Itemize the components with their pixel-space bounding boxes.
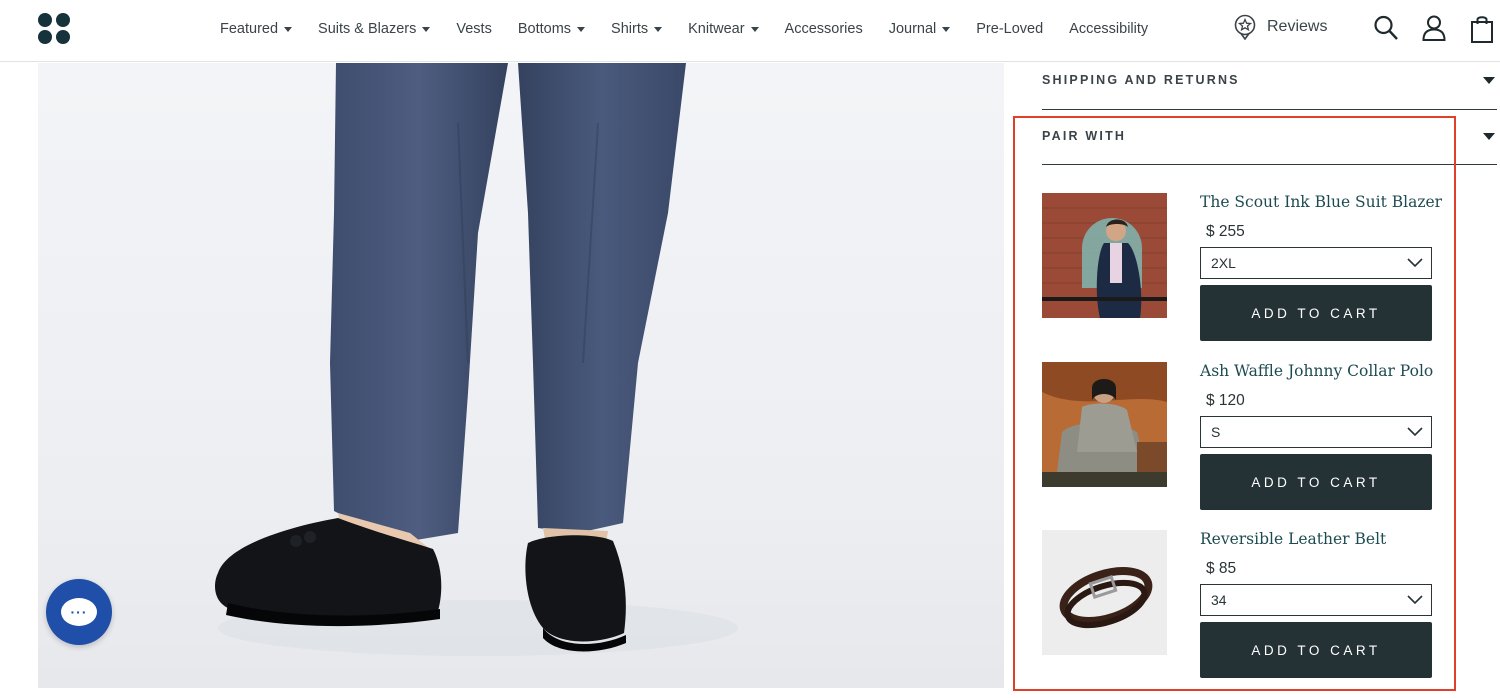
product-name-link[interactable]: Reversible Leather Belt xyxy=(1200,530,1432,548)
cart-bag-icon[interactable] xyxy=(1470,14,1494,49)
accordion-title: PAIR WITH xyxy=(1042,129,1127,143)
add-to-cart-button[interactable]: ADD TO CART xyxy=(1200,622,1432,678)
nav-item-featured[interactable]: Featured xyxy=(220,21,293,37)
size-select[interactable]: S xyxy=(1200,416,1432,448)
accordion-title: SHIPPING AND RETURNS xyxy=(1042,73,1240,87)
size-select-value: 2XL xyxy=(1211,255,1236,271)
divider xyxy=(1042,109,1497,110)
divider xyxy=(1042,164,1497,165)
chevron-down-icon xyxy=(284,26,293,32)
chevron-down-icon xyxy=(577,26,586,32)
site-header: Featured Suits & Blazers Vests Bottoms S… xyxy=(0,0,1500,62)
size-select-value: S xyxy=(1211,424,1221,440)
logo-icon[interactable] xyxy=(38,13,72,45)
caret-down-icon xyxy=(1483,76,1495,84)
chat-dots-icon: ··· xyxy=(61,598,97,626)
size-select[interactable]: 2XL xyxy=(1200,247,1432,279)
nav-item-journal[interactable]: Journal xyxy=(889,21,951,37)
main-nav: Featured Suits & Blazers Vests Bottoms S… xyxy=(220,0,1174,58)
add-to-cart-button[interactable]: ADD TO CART xyxy=(1200,454,1432,510)
product-image-pants: ··· xyxy=(38,63,1004,688)
product-price: $ 85 xyxy=(1206,560,1237,577)
nav-item-suits-blazers[interactable]: Suits & Blazers xyxy=(318,21,431,37)
size-select[interactable]: 34 xyxy=(1200,584,1432,616)
product-price: $ 255 xyxy=(1206,223,1245,240)
star-badge-icon xyxy=(1234,14,1256,40)
reviews-link[interactable]: Reviews xyxy=(1233,14,1327,40)
chevron-down-icon xyxy=(1407,258,1423,268)
chevron-down-icon xyxy=(654,26,663,32)
chevron-down-icon xyxy=(942,26,951,32)
product-thumbnail[interactable] xyxy=(1042,362,1167,487)
nav-item-vests[interactable]: Vests xyxy=(456,21,491,37)
product-name-link[interactable]: Ash Waffle Johnny Collar Polo xyxy=(1200,362,1433,380)
add-to-cart-button[interactable]: ADD TO CART xyxy=(1200,285,1432,341)
product-price: $ 120 xyxy=(1206,392,1245,409)
chevron-down-icon xyxy=(1407,427,1423,437)
reviews-label: Reviews xyxy=(1267,18,1328,35)
nav-item-bottoms[interactable]: Bottoms xyxy=(518,21,586,37)
nav-item-accessories[interactable]: Accessories xyxy=(785,21,863,37)
nav-item-accessibility[interactable]: Accessibility xyxy=(1069,21,1148,37)
nav-item-pre-loved[interactable]: Pre-Loved xyxy=(976,21,1043,37)
product-thumbnail[interactable] xyxy=(1042,193,1167,318)
trousers-and-shoes-illustration xyxy=(215,63,738,656)
nav-item-shirts[interactable]: Shirts xyxy=(611,21,663,37)
accordion-shipping-returns[interactable]: SHIPPING AND RETURNS xyxy=(1042,73,1497,87)
search-icon[interactable] xyxy=(1373,14,1399,47)
chat-widget-button[interactable]: ··· xyxy=(46,579,112,645)
chevron-down-icon xyxy=(1407,595,1423,605)
account-icon[interactable] xyxy=(1421,14,1447,47)
size-select-value: 34 xyxy=(1211,592,1227,608)
chevron-down-icon xyxy=(422,26,431,32)
caret-down-icon xyxy=(1483,132,1495,140)
accordion-pair-with[interactable]: PAIR WITH xyxy=(1042,129,1497,143)
product-name-link[interactable]: The Scout Ink Blue Suit Blazer xyxy=(1200,193,1442,211)
chevron-down-icon xyxy=(750,26,759,32)
nav-item-knitwear[interactable]: Knitwear xyxy=(688,21,759,37)
product-thumbnail[interactable] xyxy=(1042,530,1167,655)
